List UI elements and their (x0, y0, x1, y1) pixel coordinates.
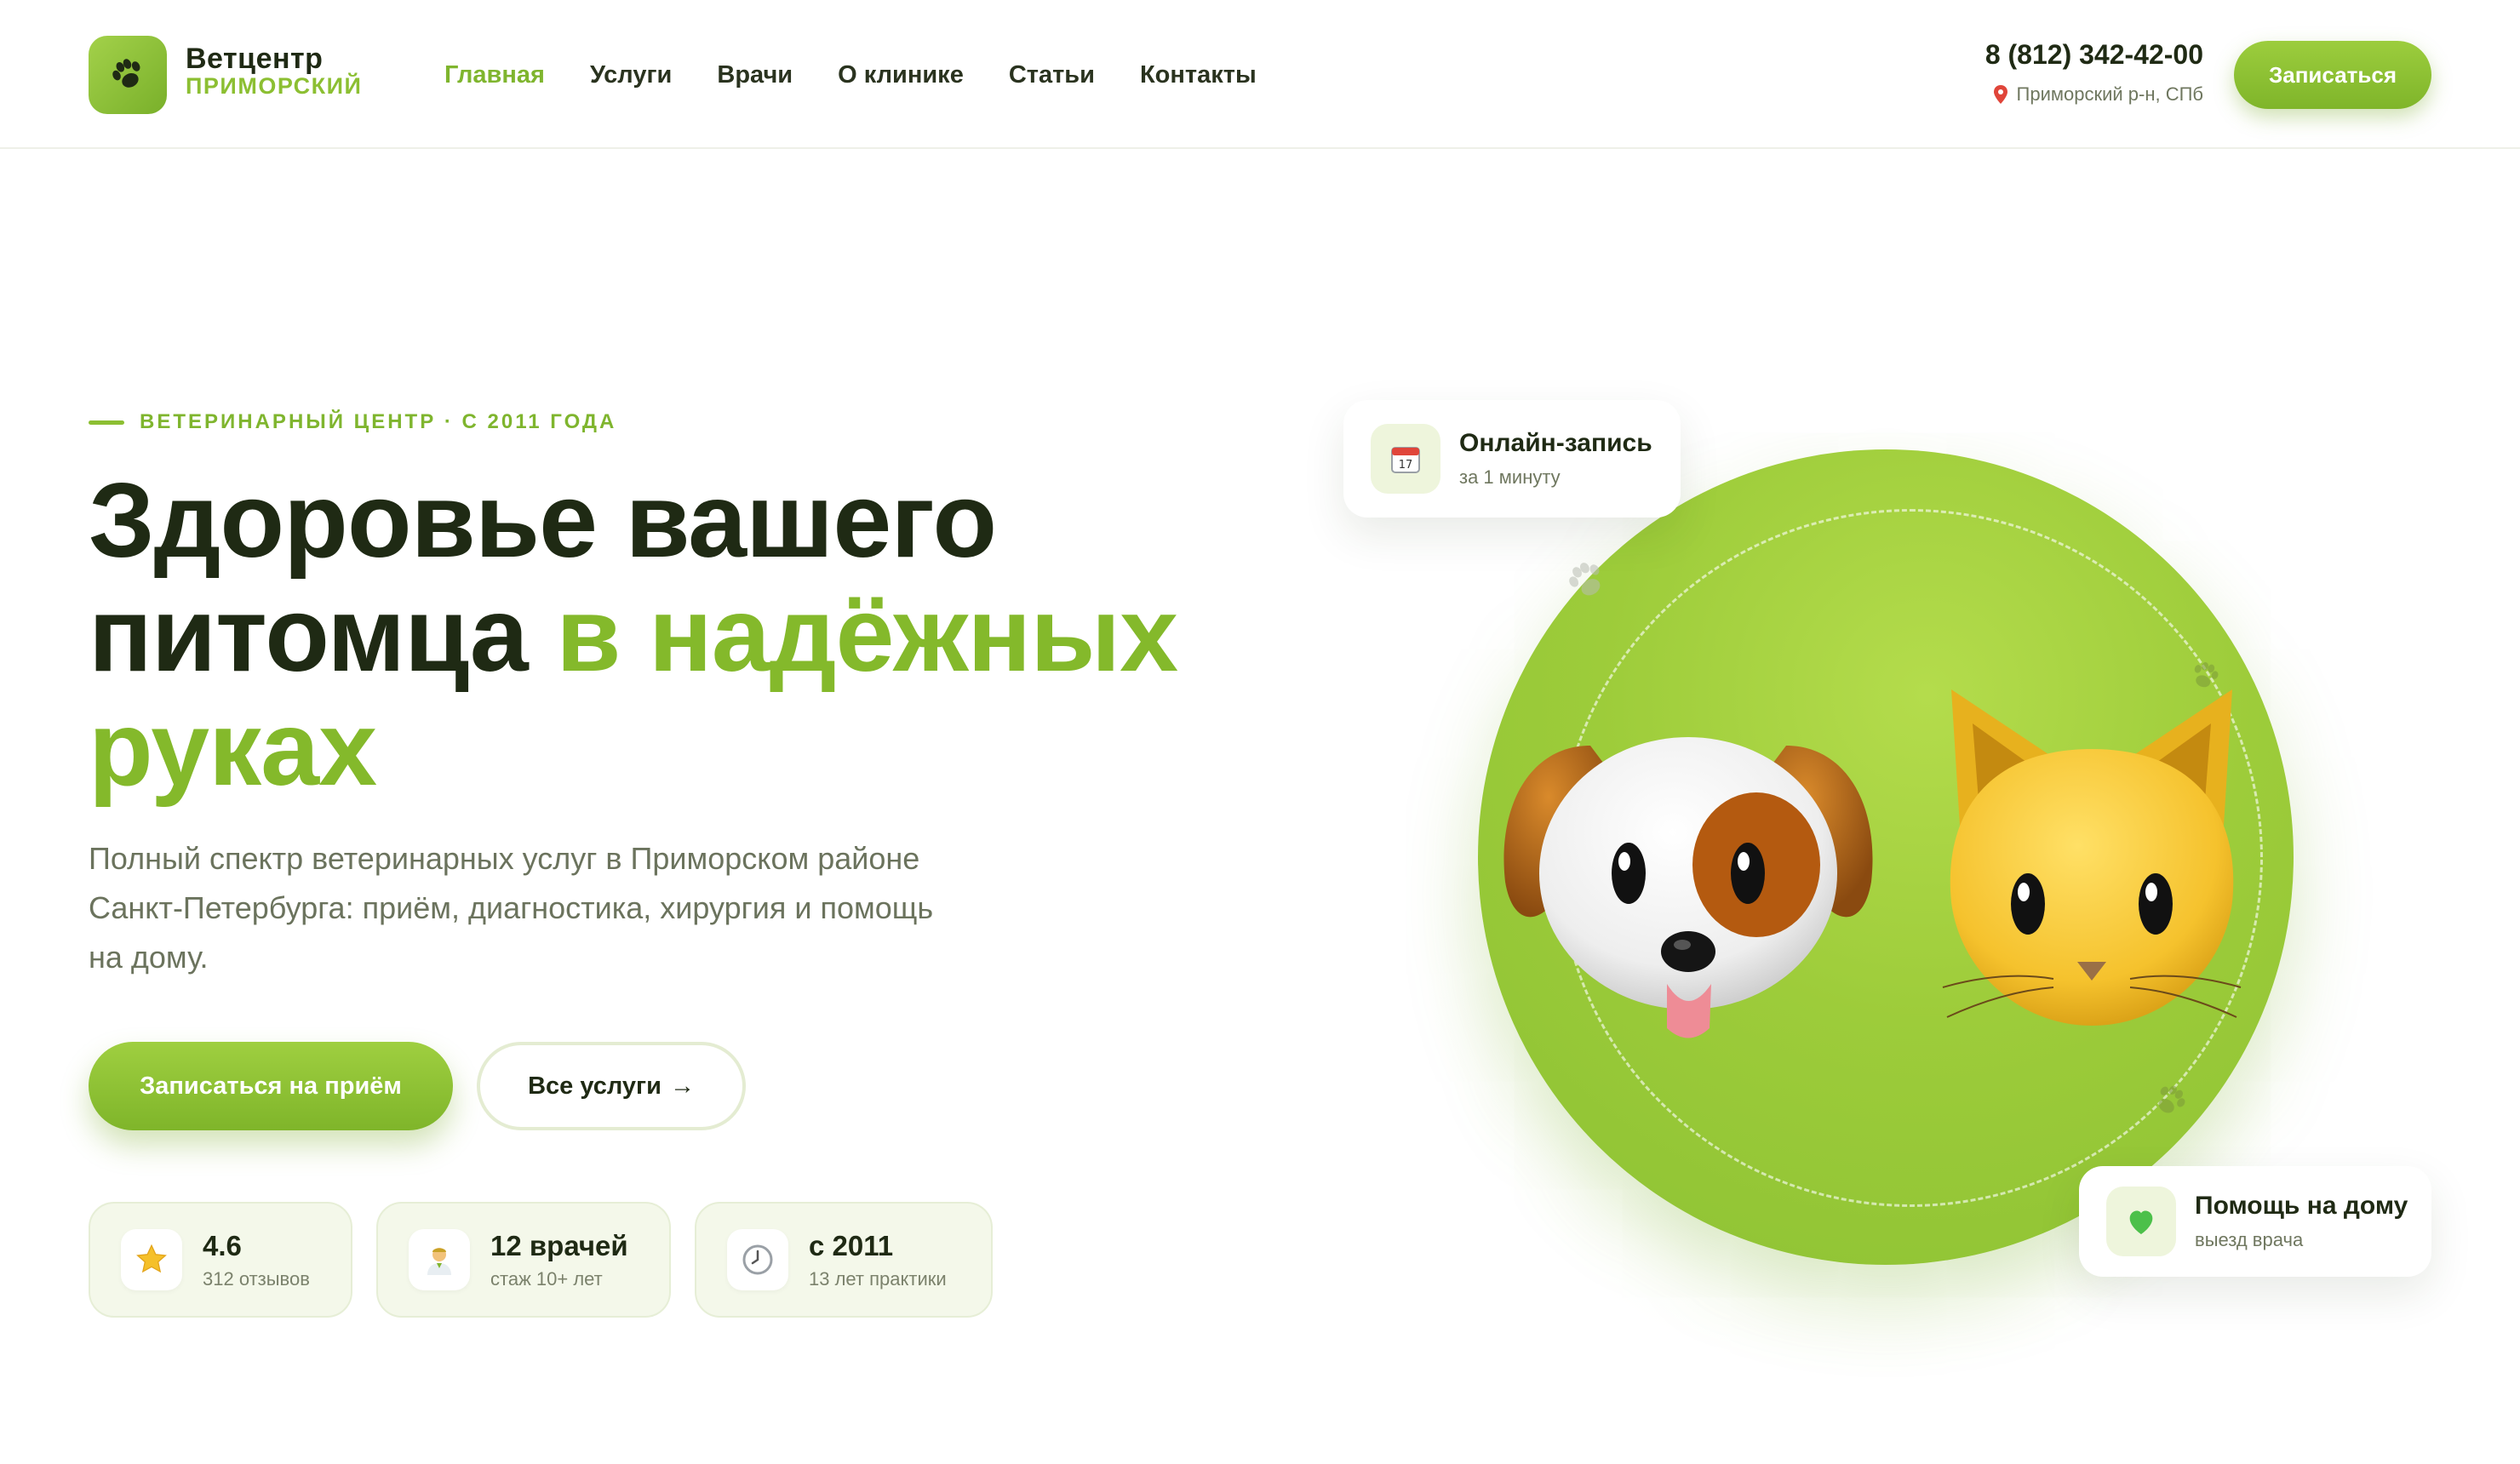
stat-label: 13 лет практики (809, 1268, 947, 1290)
phone-link[interactable]: 8 (812) 342-42-00 (1985, 39, 2203, 71)
paw-icon (112, 59, 140, 88)
book-appointment-button[interactable]: Записаться на приём (89, 1042, 453, 1130)
dog-emoji (1503, 737, 1873, 1038)
svg-text:17: 17 (1399, 459, 1413, 472)
stat-label: стаж 10+ лет (490, 1268, 603, 1290)
stat-value: 12 врачей (490, 1230, 628, 1261)
cat-emoji (1942, 689, 2242, 1026)
main-nav: Главная Услуги Врачи О клинике Статьи Ко… (444, 58, 1302, 92)
address: Приморский р-н, СПб (1993, 83, 2203, 106)
card-subtitle: выезд врача (2195, 1229, 2304, 1250)
hero-headline: Здоровье вашего питомца в надёжных руках (89, 464, 1323, 806)
brand-name: Ветцентр (186, 43, 324, 75)
stat-rating: 4.6 312 отзывов (89, 1202, 352, 1318)
arrow-right-icon: → (669, 1072, 695, 1100)
hero-eyebrow: ВЕТЕРИНАРНЫЙ ЦЕНТР · С 2011 ГОДА (89, 410, 616, 434)
all-services-label: Все услуги (528, 1072, 662, 1100)
stat-label: 312 отзывов (203, 1268, 310, 1290)
card-title: Помощь на дому (2195, 1192, 2408, 1220)
stat-value: с 2011 (809, 1230, 894, 1261)
green-heart-icon (2106, 1187, 2176, 1256)
star-icon (121, 1229, 182, 1290)
online-booking-card[interactable]: 17 Онлайн-запись за 1 минуту (1343, 400, 1681, 518)
calendar-icon: 17 (1371, 424, 1440, 494)
home-visit-card[interactable]: Помощь на дому выезд врача (2079, 1166, 2431, 1277)
all-services-button[interactable]: Все услуги → (477, 1042, 746, 1130)
eyebrow-line (89, 420, 124, 425)
nav-item-contacts[interactable]: Контакты (1140, 58, 1257, 92)
nav-item-services[interactable]: Услуги (590, 58, 672, 92)
site-header: Ветцентр ПРИМОРСКИЙ Главная Услуги Врачи… (0, 0, 2520, 149)
hero-lead: Полный спектр ветеринарных услуг в Примо… (89, 841, 934, 975)
nav-item-home[interactable]: Главная (444, 58, 545, 92)
stat-since: с 2011 13 лет практики (695, 1202, 993, 1318)
paw-print-icon (1569, 563, 1601, 596)
eyebrow-text: ВЕТЕРИНАРНЫЙ ЦЕНТР · С 2011 ГОДА (140, 410, 617, 433)
brand-subtitle: ПРИМОРСКИЙ (186, 73, 363, 99)
address-text: Приморский р-н, СПб (2016, 83, 2203, 105)
logo[interactable] (89, 36, 167, 114)
clock-icon (727, 1229, 788, 1290)
doctor-icon (409, 1229, 470, 1290)
nav-item-articles[interactable]: Статьи (1009, 58, 1095, 92)
stat-value: 4.6 (203, 1230, 242, 1261)
card-title: Онлайн-запись (1459, 429, 1652, 457)
header-book-button[interactable]: Записаться (2234, 41, 2431, 109)
card-subtitle: за 1 минуту (1459, 466, 1561, 488)
stat-doctors: 12 врачей стаж 10+ лет (376, 1202, 671, 1318)
nav-item-doctors[interactable]: Врачи (717, 58, 793, 92)
pin-icon (1993, 85, 2007, 104)
paw-print-icon (2158, 1085, 2185, 1113)
nav-item-about[interactable]: О клинике (838, 58, 964, 92)
